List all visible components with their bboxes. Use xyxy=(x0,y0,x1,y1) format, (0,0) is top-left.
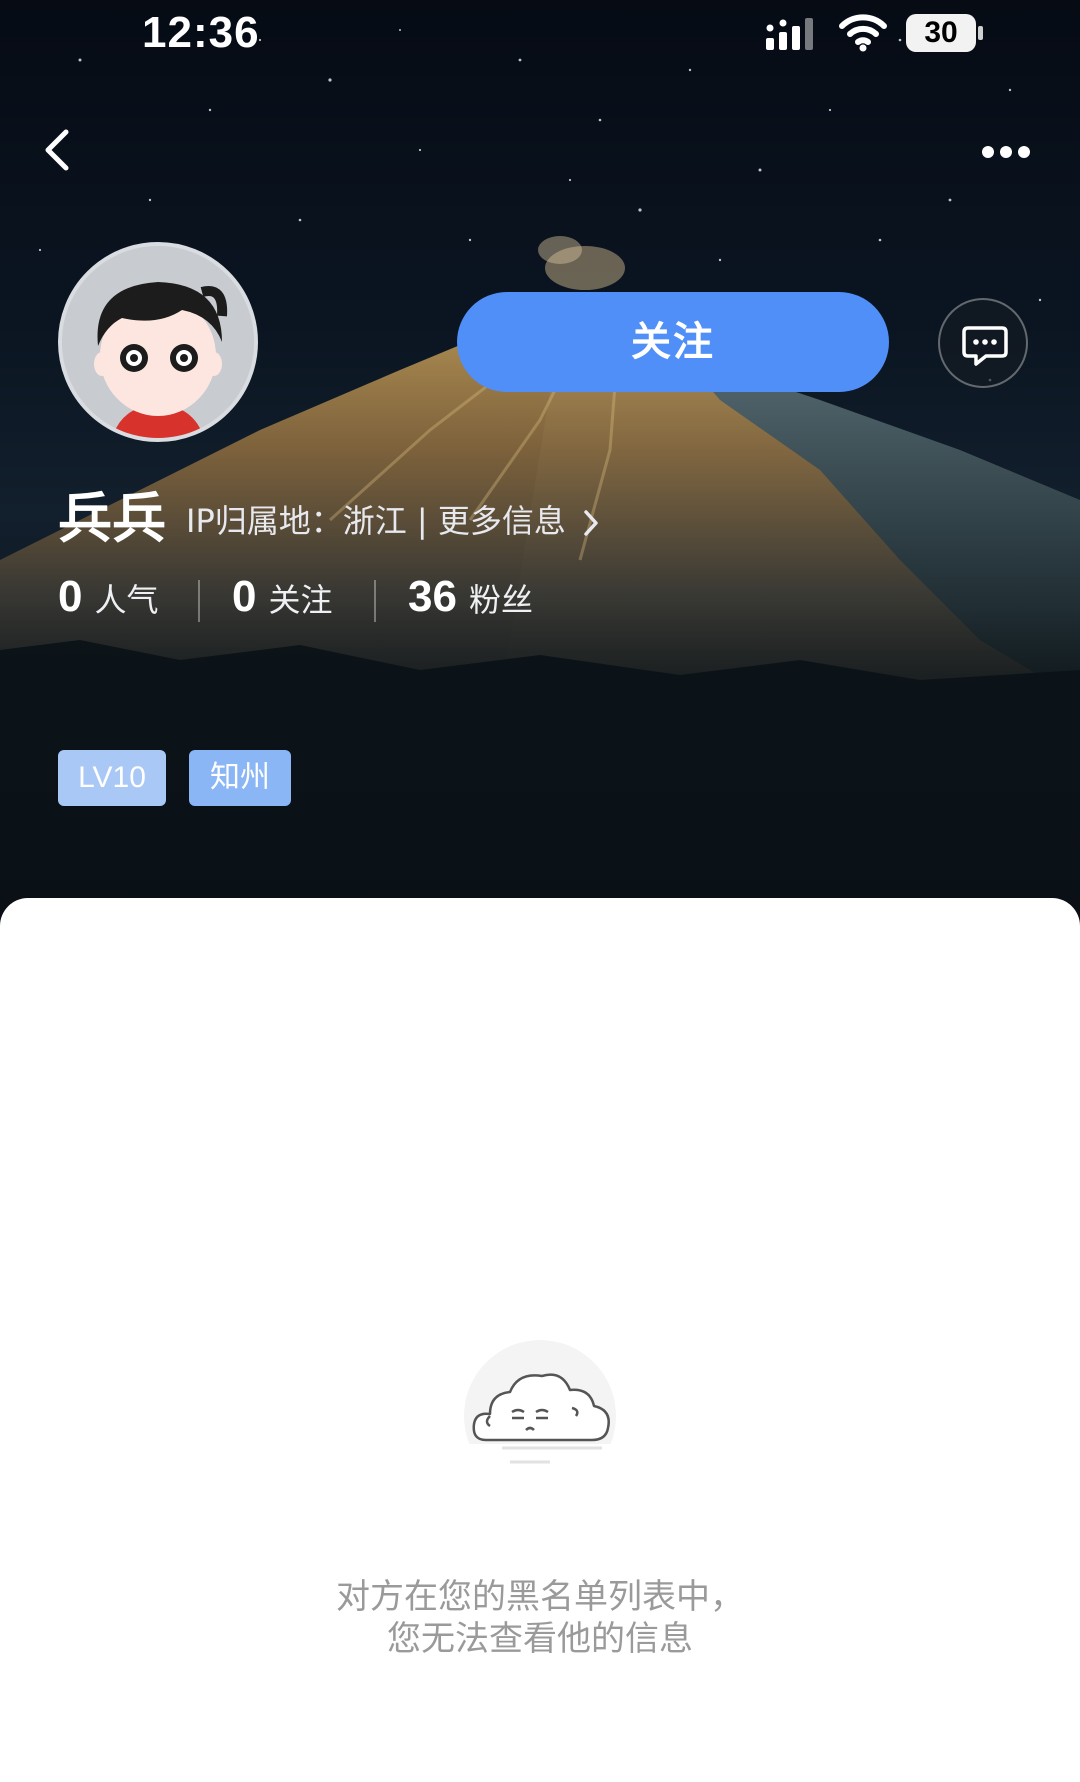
stat-popularity[interactable]: 0 人气 xyxy=(58,572,159,632)
stat-divider xyxy=(374,580,376,622)
blocked-message-line2: 您无法查看他的信息 xyxy=(387,1619,693,1659)
avatar[interactable] xyxy=(58,242,258,442)
stat-value: 36 xyxy=(408,572,457,621)
stat-divider xyxy=(198,580,200,622)
rank-title-badge: 知州 xyxy=(189,750,291,806)
cartoon-avatar-icon xyxy=(62,246,254,438)
battery-tip xyxy=(978,26,983,40)
level-badge: LV10 xyxy=(58,750,166,806)
ip-location-more-info-link[interactable]: IP归属地：浙江 | 更多信息 xyxy=(186,496,600,542)
battery-icon: 30 xyxy=(906,14,984,52)
signal-icon xyxy=(766,18,813,50)
stat-followers[interactable]: 36 粉丝 xyxy=(408,572,533,632)
stat-label: 粉丝 xyxy=(468,581,533,619)
back-button[interactable] xyxy=(34,122,82,178)
blocked-message: 对方在您的黑名单列表中， 您无法查看他的信息 xyxy=(0,1576,1080,1660)
battery-level: 30 xyxy=(906,14,976,52)
stat-value: 0 xyxy=(232,572,257,621)
chevron-left-icon xyxy=(45,129,69,171)
chat-bubble-icon xyxy=(962,326,1008,366)
blocked-message-line1: 对方在您的黑名单列表中， xyxy=(336,1577,744,1617)
wifi-icon xyxy=(839,14,887,52)
sleepy-cloud-icon xyxy=(452,1340,628,1480)
chevron-right-icon xyxy=(584,510,598,536)
more-dots-icon xyxy=(982,146,1030,158)
stat-following[interactable]: 0 关注 xyxy=(232,572,333,632)
stat-label: 人气 xyxy=(94,581,159,619)
message-button[interactable] xyxy=(938,298,1028,388)
stat-value: 0 xyxy=(58,572,83,621)
status-bar: 12:36 30 xyxy=(0,0,1080,70)
more-button[interactable] xyxy=(976,132,1036,172)
ip-location-text: IP归属地：浙江 | 更多信息 xyxy=(186,502,566,540)
username: 兵兵 xyxy=(58,487,166,550)
status-time: 12:36 xyxy=(142,8,260,57)
stat-label: 关注 xyxy=(268,581,333,619)
follow-button[interactable]: 关注 xyxy=(457,292,889,392)
